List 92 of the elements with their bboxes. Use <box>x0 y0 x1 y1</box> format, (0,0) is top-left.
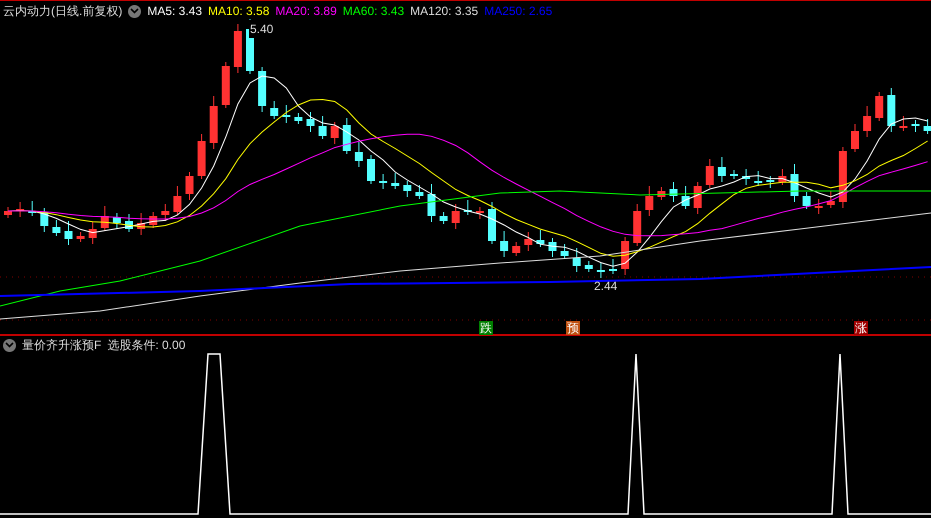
candlestick <box>210 96 218 150</box>
candlestick <box>863 106 872 138</box>
candlestick <box>718 156 726 182</box>
candlestick <box>452 204 460 230</box>
candlestick <box>670 182 678 202</box>
candlestick <box>391 172 400 190</box>
low-price-label: 2.44 <box>594 278 618 295</box>
candlestick <box>137 212 146 236</box>
candlestick <box>488 202 496 244</box>
candlestick <box>657 186 666 200</box>
candlestick <box>4 206 12 218</box>
candlestick <box>500 230 508 258</box>
candlestick <box>766 176 774 188</box>
candlestick <box>730 170 738 180</box>
candlestick <box>112 212 121 230</box>
candlestick <box>645 186 654 216</box>
indicator-title: 量价齐升涨预F <box>22 337 102 354</box>
candlestick <box>742 168 750 186</box>
candlestick <box>464 200 472 216</box>
candlestick <box>706 158 714 188</box>
candlestick <box>524 232 532 252</box>
candlestick <box>584 260 593 272</box>
candlestick <box>173 186 182 216</box>
candlestick <box>379 174 388 190</box>
candlestick <box>88 222 97 244</box>
candlestick <box>596 262 605 278</box>
candlestick <box>851 124 859 152</box>
candlestick <box>428 184 436 222</box>
candlestick <box>330 122 339 144</box>
candlestick <box>52 220 60 236</box>
candlestick <box>222 62 230 108</box>
candlestick <box>814 198 823 214</box>
candlestick <box>838 146 847 208</box>
candlestick <box>100 206 109 232</box>
candlestick <box>887 88 896 132</box>
candlestick <box>354 142 363 168</box>
candlestick <box>161 204 170 222</box>
candlestick <box>318 116 327 140</box>
candlestick <box>694 182 702 214</box>
candlestick <box>924 118 931 134</box>
candlestick <box>282 104 290 124</box>
signal-label: 涨 <box>854 321 868 335</box>
candlestick <box>125 214 133 232</box>
moving-average-value: MA60: 3.43 <box>342 3 404 20</box>
candlestick <box>912 120 920 132</box>
moving-average-value: MA5: 3.43 <box>147 3 202 20</box>
candlestick <box>754 170 762 186</box>
candlestick <box>403 180 412 198</box>
chart-title: 云内动力(日线.前复权) <box>3 3 122 20</box>
candlestick <box>802 192 811 210</box>
signal-label: 预 <box>566 321 580 335</box>
candlestick <box>633 204 642 246</box>
moving-average-value: MA250: 2.65 <box>484 3 552 20</box>
dropdown-icon[interactable] <box>128 4 142 18</box>
candlestick <box>306 112 314 132</box>
candlestick <box>536 230 544 248</box>
candlestick <box>76 232 85 242</box>
moving-average-value: MA20: 3.89 <box>275 3 337 20</box>
candlestick <box>186 172 194 200</box>
candlestick <box>682 186 690 210</box>
candlestick <box>367 154 375 184</box>
candlestick <box>270 100 278 120</box>
candlestick <box>899 116 908 132</box>
candlestick <box>790 164 798 202</box>
candlestick <box>476 206 484 220</box>
candlestick <box>64 220 72 246</box>
candlestick <box>778 168 786 186</box>
candlestick <box>548 238 556 258</box>
candlestick <box>609 258 617 274</box>
high-price-label: 5.40 <box>249 20 274 38</box>
candlestick <box>572 248 581 272</box>
signal-label: 跌 <box>479 321 493 335</box>
candlestick <box>512 242 520 256</box>
candlestick <box>826 190 835 208</box>
candlestick <box>875 92 884 122</box>
candlestick <box>198 134 206 180</box>
candlestick <box>440 212 448 224</box>
condition-value: 选股条件: 0.00 <box>107 337 186 354</box>
candlestick <box>149 212 158 228</box>
candlestick <box>28 200 36 216</box>
candlestick <box>258 66 266 112</box>
dropdown-icon[interactable] <box>3 338 16 352</box>
moving-average-value: MA120: 3.35 <box>410 3 478 20</box>
candlestick <box>40 208 48 232</box>
candlestick <box>621 236 630 276</box>
candlestick <box>560 244 569 260</box>
moving-average-value: MA10: 3.58 <box>208 3 270 20</box>
candlestick <box>415 184 424 200</box>
candlestick <box>342 118 351 154</box>
candlestick <box>234 24 242 74</box>
candlestick <box>16 202 24 218</box>
candlestick <box>294 112 302 124</box>
